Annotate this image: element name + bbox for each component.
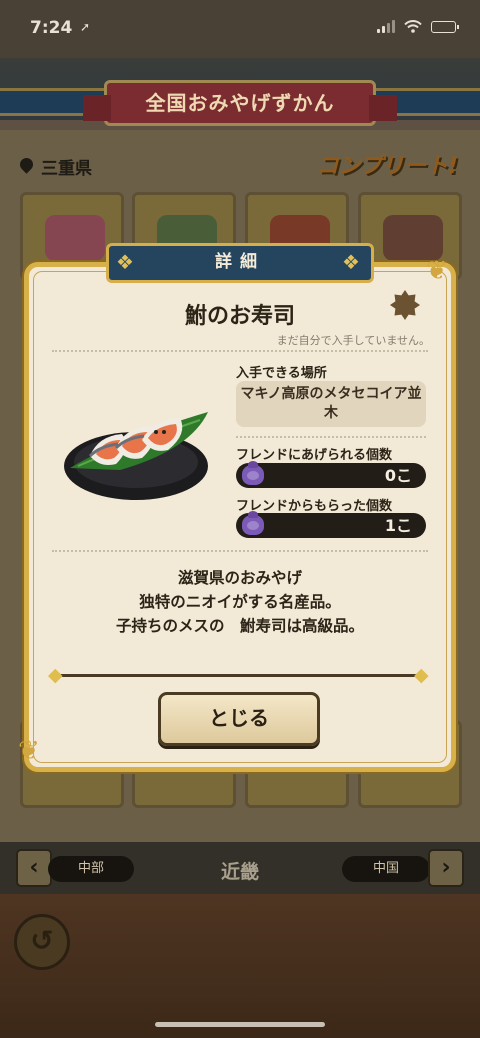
wifi-icon <box>404 20 422 33</box>
home-indicator[interactable] <box>155 1022 325 1027</box>
next-region-label[interactable]: 中国 <box>342 856 430 882</box>
divider <box>52 350 428 352</box>
prefecture-header: 三重県 <box>20 154 92 179</box>
map-pin-icon <box>20 158 33 175</box>
battery-icon <box>431 20 459 33</box>
give-count-value: 0こ <box>384 466 412 485</box>
divider-ornament-icon: ◆ <box>414 664 429 686</box>
corner-ornament-icon: ❦ <box>426 256 448 286</box>
location-value: マキノ高原のメタセコイア並木 <box>236 381 426 427</box>
status-time: 7:24 <box>30 18 73 38</box>
medal-icon <box>390 290 420 320</box>
dialog-header: 詳細 <box>106 243 374 283</box>
bag-icon <box>242 511 264 535</box>
status-icons <box>377 20 459 33</box>
divider <box>236 436 426 438</box>
divider-ornament-icon: ◆ <box>48 664 63 686</box>
received-count-bar: 1こ <box>236 511 426 538</box>
screen-title: 全国おみやげずかん <box>83 80 397 126</box>
ornate-divider <box>56 674 424 677</box>
next-region-button[interactable]: › <box>428 849 464 887</box>
give-count-bar: 0こ <box>236 461 426 488</box>
sushi-item-image <box>64 412 208 500</box>
ribbon-ornament-icon: ❖ <box>342 250 360 274</box>
bag-icon <box>242 461 264 485</box>
status-bar: 7:24 ➚ <box>0 0 480 58</box>
back-button[interactable]: ↺ <box>14 914 70 970</box>
background-footer <box>0 894 480 1038</box>
location-arrow-icon: ➚ <box>80 20 91 34</box>
description-line: 子持ちのメスの 鮒寿司は高級品。 <box>115 617 364 635</box>
complete-badge: コンプリート! <box>316 154 458 179</box>
location-label: 入手できる場所 <box>236 366 327 381</box>
signal-icon <box>377 20 395 33</box>
close-button[interactable]: とじる <box>158 692 320 746</box>
give-count-label: フレンドにあげられる個数 <box>236 448 393 463</box>
description-line: 滋賀県のおみやげ <box>177 569 302 587</box>
prefecture-name: 三重県 <box>41 159 92 179</box>
ribbon-ornament-icon: ❖ <box>116 250 134 274</box>
received-count-value: 1こ <box>384 516 412 535</box>
corner-ornament-icon: ❦ <box>18 736 40 766</box>
souvenir-thumbnail <box>45 215 105 261</box>
obtained-status: まだ自分で入手していません。 <box>276 334 430 347</box>
received-count-label: フレンドからもらった個数 <box>236 499 393 514</box>
souvenir-thumbnail <box>383 215 443 261</box>
divider <box>52 550 428 552</box>
description-line: 独特のニオイがする名産品。 <box>139 593 341 611</box>
